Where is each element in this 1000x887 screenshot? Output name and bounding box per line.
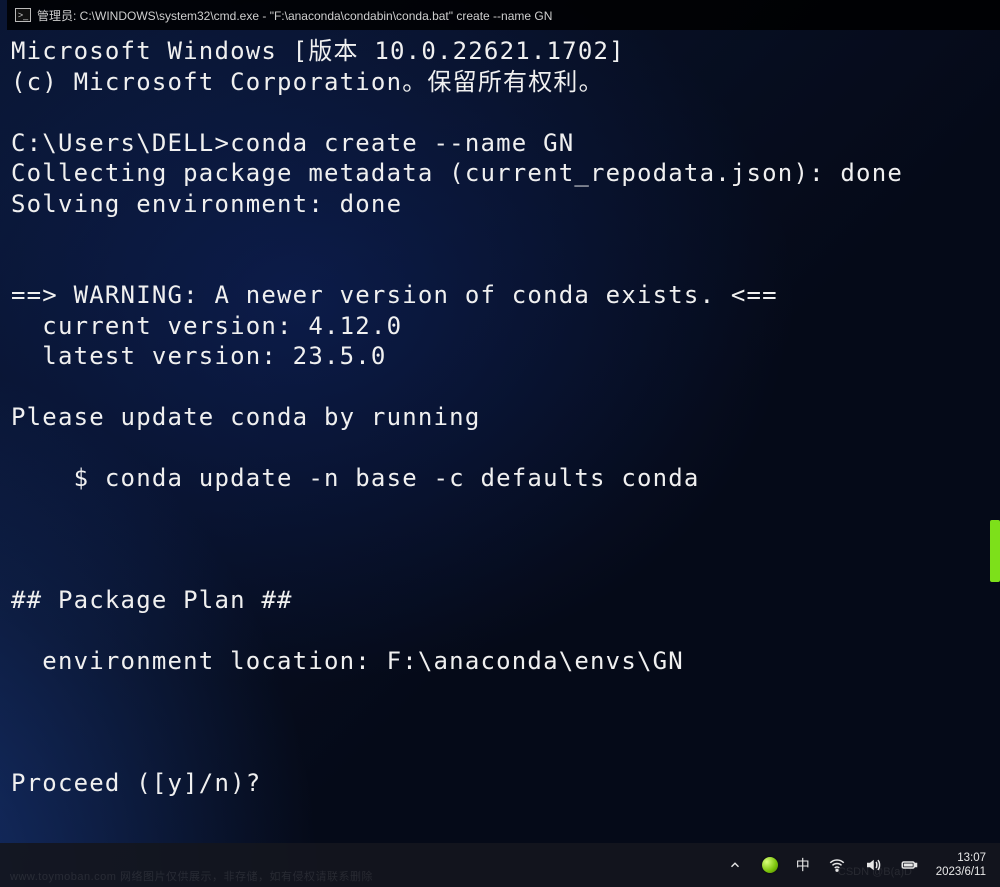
app-tray-icon[interactable] [762, 857, 778, 873]
terminal-output[interactable]: Microsoft Windows [版本 10.0.22621.1702] (… [7, 30, 1000, 799]
titlebar[interactable]: >_ 管理员: C:\WINDOWS\system32\cmd.exe - "F… [7, 0, 1000, 30]
cmd-window: >_ 管理员: C:\WINDOWS\system32\cmd.exe - "F… [7, 0, 1000, 850]
cmd-icon: >_ [15, 8, 31, 22]
ime-indicator[interactable]: 中 [796, 855, 810, 875]
window-title: 管理员: C:\WINDOWS\system32\cmd.exe - "F:\a… [37, 7, 552, 24]
scrollbar-thumb[interactable] [990, 520, 1000, 582]
watermark-left: www.toymoban.com 网络图片仅供展示，非存储，如有侵权请联系删除 [10, 868, 373, 884]
taskbar-clock[interactable]: 13:07 2023/6/11 [936, 851, 986, 879]
clock-date: 2023/6/11 [936, 865, 986, 879]
tray-overflow-icon[interactable] [726, 856, 744, 874]
clock-time: 13:07 [936, 851, 986, 865]
watermark-right: CSDN @B(a)D [838, 866, 912, 878]
